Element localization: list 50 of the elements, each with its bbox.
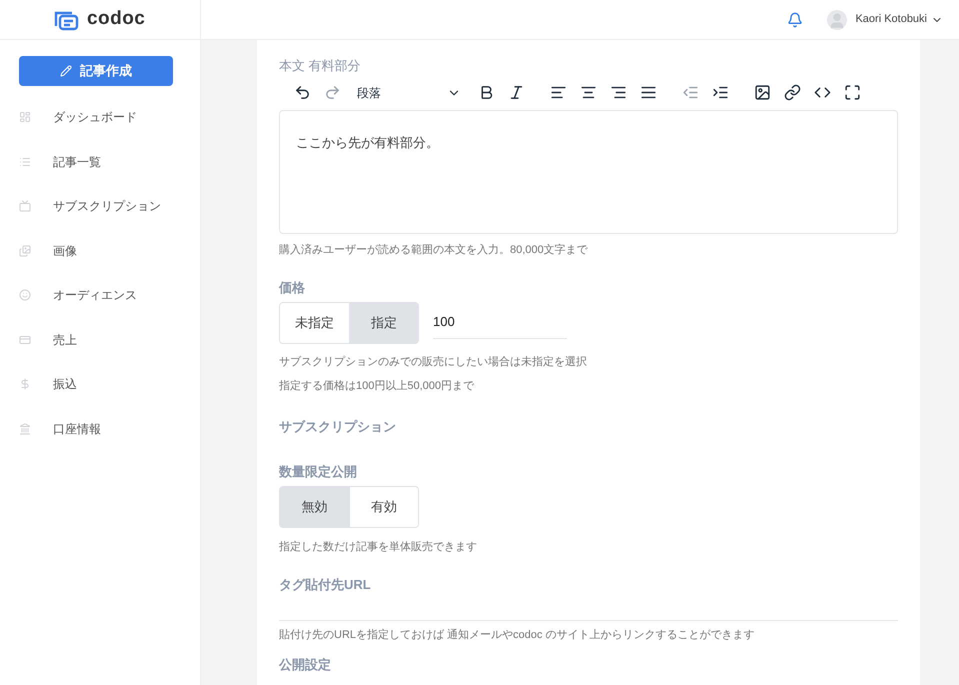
bank-icon (19, 422, 31, 434)
sidebar-item[interactable]: 画像 (19, 240, 181, 260)
fullscreen-icon (844, 84, 860, 101)
user-menu[interactable]: Kaori Kotobuki (855, 11, 943, 28)
redo-icon (324, 84, 340, 101)
sidebar-item[interactable]: オーディエンス (19, 285, 181, 305)
align-center-icon (580, 84, 596, 101)
field-label: 数量限定公開 (279, 463, 358, 481)
field-label: 本文 有料部分 (279, 57, 362, 75)
align-left-icon (550, 84, 566, 101)
sidebar-item[interactable]: 振込 (19, 374, 181, 394)
sidebar-item[interactable]: 口座情報 (19, 418, 181, 438)
sidebar-item[interactable]: 記事一覧 (19, 152, 181, 172)
price-input[interactable]: 100 (433, 306, 567, 339)
link-icon (784, 84, 800, 101)
bell-icon[interactable] (787, 12, 804, 28)
sidebar-item[interactable]: ダッシュボード (19, 107, 181, 127)
images-icon (19, 244, 31, 256)
undo-icon (294, 84, 310, 101)
segment-option[interactable]: 指定 (348, 302, 418, 342)
help-text: 指定した数だけ記事を単体販売できます (279, 540, 478, 554)
outdent-icon (682, 84, 698, 101)
field-label: サブスクリプション (279, 418, 397, 436)
sidebar-item[interactable]: サブスクリプション (19, 196, 181, 216)
editor-area[interactable]: ここから先が有料部分。 (279, 110, 898, 234)
indent-icon (712, 84, 728, 101)
pencil-icon (60, 65, 72, 77)
field-label: 公開設定 (279, 656, 332, 674)
field-label: タグ貼付先URL (279, 576, 372, 594)
dashboard-icon (19, 111, 31, 123)
tv-icon (19, 200, 31, 212)
smile-icon (19, 289, 31, 301)
align-right-icon (610, 84, 626, 101)
help-text: 指定する価格は100円以上50,000円まで (279, 378, 476, 394)
avatar-icon (827, 10, 848, 30)
help-text: 貼付け先のURLを指定しておけば 通知メールやcodoc のサイト上からリンクすることができます (279, 628, 756, 642)
format-select[interactable]: 段落 (357, 84, 461, 102)
logo-text: codoc (87, 7, 146, 32)
sidebar-item[interactable]: 売上 (19, 330, 181, 350)
segment-option[interactable]: 有効 (348, 486, 418, 526)
segment-option[interactable]: 無効 (280, 486, 348, 526)
help-text: 購入済みユーザーが読める範囲の本文を入力。80,000文字まで (279, 242, 589, 258)
image-icon (754, 84, 770, 101)
field-label: 価格 (279, 279, 306, 297)
editor-text: ここから先が有料部分。 (296, 134, 440, 152)
create-article-button[interactable]: 記事作成 (19, 56, 173, 86)
dollar-icon (19, 378, 31, 390)
help-text: サブスクリプションのみでの販売にしたい場合は未指定を選択 (279, 354, 588, 370)
justify-icon (640, 84, 656, 101)
card-icon (19, 334, 31, 346)
